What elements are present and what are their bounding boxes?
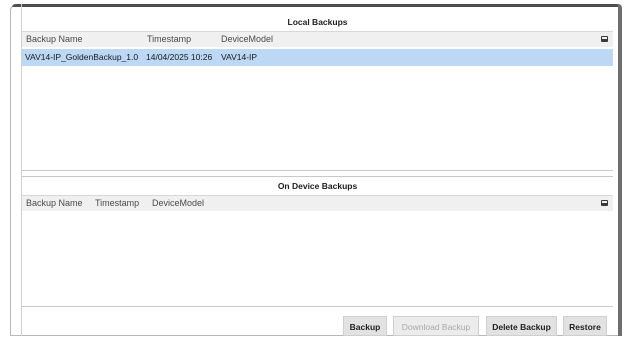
- restore-button[interactable]: Restore: [563, 316, 607, 336]
- cell-backup-name: VAV14-IP_GoldenBackup_1.0: [25, 52, 139, 62]
- delete-backup-button[interactable]: Delete Backup: [486, 316, 557, 336]
- backup-button[interactable]: Backup: [343, 316, 387, 336]
- cell-timestamp: 14/04/2025 10:26: [146, 52, 213, 62]
- download-backup-button[interactable]: Download Backup: [393, 316, 479, 336]
- column-header-device-model[interactable]: DeviceModel: [152, 196, 204, 211]
- table-row[interactable]: VAV14-IP_GoldenBackup_1.0 14/04/2025 10:…: [22, 49, 613, 66]
- column-header-timestamp[interactable]: Timestamp: [95, 196, 139, 211]
- column-header-timestamp[interactable]: Timestamp: [147, 32, 191, 47]
- device-backups-panel: On Device Backups Backup Name Timestamp …: [22, 176, 613, 307]
- left-gutter: [10, 4, 22, 336]
- local-backups-title: Local Backups: [22, 13, 613, 32]
- backup-toolbar: Backup Download Backup Delete Backup Res…: [22, 308, 613, 336]
- device-backups-header: Backup Name Timestamp DeviceModel: [22, 196, 613, 211]
- local-backups-header: Backup Name Timestamp DeviceModel: [22, 32, 613, 47]
- column-header-device-model[interactable]: DeviceModel: [221, 32, 273, 47]
- column-chooser-icon[interactable]: [601, 200, 608, 206]
- local-backups-panel: Local Backups Backup Name Timestamp Devi…: [22, 13, 613, 171]
- right-scroll-edge: [618, 4, 622, 336]
- window-top-border: [12, 4, 620, 7]
- column-header-backup-name[interactable]: Backup Name: [26, 196, 83, 211]
- column-header-backup-name[interactable]: Backup Name: [26, 32, 83, 47]
- column-chooser-icon[interactable]: [601, 36, 608, 42]
- device-backups-title: On Device Backups: [22, 177, 613, 196]
- cell-device-model: VAV14-IP: [221, 52, 258, 62]
